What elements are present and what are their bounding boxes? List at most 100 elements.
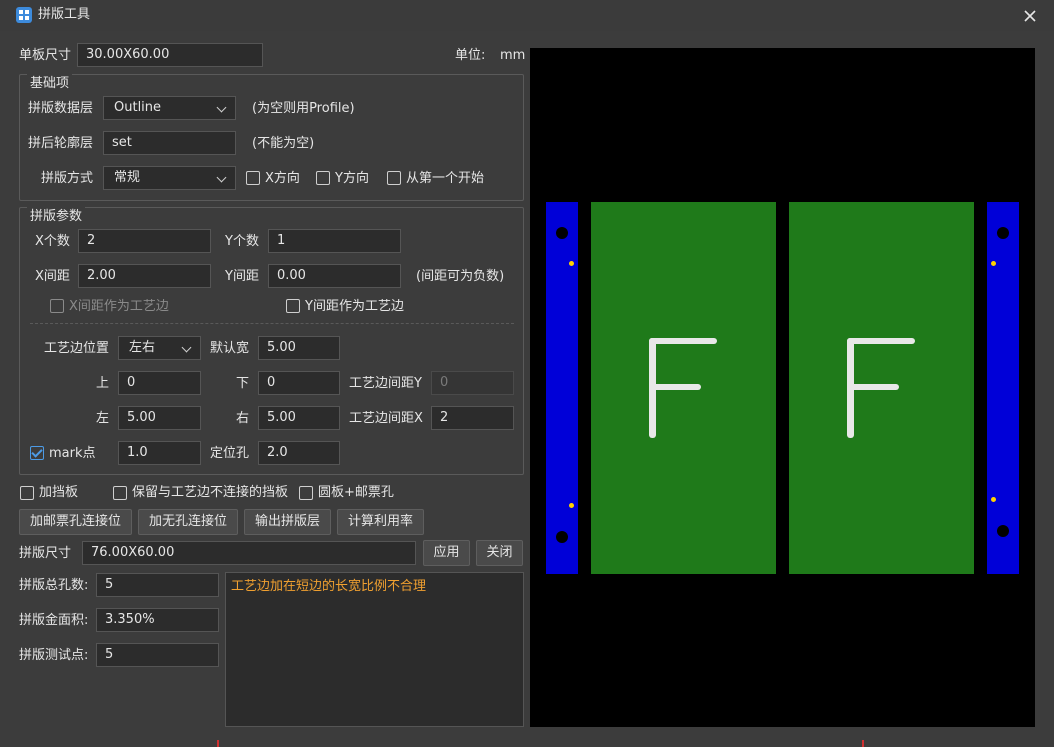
edge-position-select[interactable]: 左右	[118, 336, 201, 360]
hole-count-field: 5	[96, 573, 219, 597]
mark-label: mark点	[49, 446, 96, 461]
edge-position-label: 工艺边位置	[44, 341, 110, 356]
y-direction-checkbox[interactable]	[316, 171, 330, 185]
locating-hole	[556, 227, 568, 239]
mark-checkbox[interactable]	[30, 446, 44, 460]
right-field[interactable]: 5.00	[258, 406, 340, 430]
edge-gap-x-label: 工艺边间距X	[349, 411, 423, 426]
from-first-checkbox[interactable]	[387, 171, 401, 185]
top-label: 上	[96, 376, 110, 391]
y-gap-edge-checkbox[interactable]	[286, 299, 300, 313]
bottom-label: 下	[236, 376, 250, 391]
y-gap-edge-label: Y间距作为工艺边	[305, 299, 404, 314]
from-first-label: 从第一个开始	[406, 171, 485, 186]
round-stamp-checkbox[interactable]	[299, 486, 313, 500]
baffle-label: 加挡板	[39, 485, 79, 500]
y-count-label: Y个数	[225, 234, 259, 249]
params-group-title: 拼版参数	[27, 206, 86, 228]
gold-area-label: 拼版金面积:	[19, 613, 89, 628]
x-count-label: X个数	[35, 234, 70, 249]
apply-button[interactable]: 应用	[423, 540, 470, 566]
gap-hint: (间距可为负数)	[416, 269, 505, 284]
edge-position-value: 左右	[129, 340, 156, 355]
x-count-field[interactable]: 2	[78, 229, 211, 253]
left-process-rail	[546, 202, 578, 574]
hole-count-label: 拼版总孔数:	[19, 578, 89, 593]
bottom-field[interactable]: 0	[258, 371, 340, 395]
outline-layer-field[interactable]: set	[103, 131, 236, 155]
y-direction-label: Y方向	[335, 171, 369, 186]
top-field[interactable]: 0	[118, 371, 201, 395]
window-title: 拼版工具	[38, 7, 91, 22]
mode-value: 常规	[114, 170, 141, 185]
message-box: 工艺边加在短边的长宽比例不合理	[225, 572, 524, 727]
mark-field[interactable]: 1.0	[118, 441, 201, 465]
fiducial-mark	[991, 497, 996, 502]
keep-baffle-checkbox[interactable]	[113, 486, 127, 500]
left-field[interactable]: 5.00	[118, 406, 201, 430]
params-divider	[30, 323, 514, 324]
edge-gap-y-field[interactable]: 0	[431, 371, 514, 395]
locating-hole	[556, 531, 568, 543]
x-gap-label: X间距	[35, 269, 70, 284]
fiducial-mark	[569, 261, 574, 266]
add-no-hole-button[interactable]: 加无孔连接位	[138, 509, 238, 535]
y-count-field[interactable]: 1	[268, 229, 401, 253]
unit-value: mm	[500, 48, 526, 63]
panel-size-label: 拼版尺寸	[19, 546, 72, 561]
close-icon[interactable]	[1020, 6, 1040, 26]
message-text: 工艺边加在短边的长宽比例不合理	[231, 579, 427, 594]
left-label: 左	[96, 411, 110, 426]
board-glyph-top-bar	[649, 338, 717, 344]
test-points-label: 拼版测试点:	[19, 648, 89, 663]
x-gap-edge-label: X间距作为工艺边	[69, 299, 169, 314]
locate-hole-field[interactable]: 2.0	[258, 441, 340, 465]
data-layer-value: Outline	[114, 100, 162, 115]
guide-marker	[217, 740, 219, 747]
export-layer-button[interactable]: 输出拼版层	[244, 509, 331, 535]
panel-size-field[interactable]: 76.00X60.00	[82, 541, 416, 565]
outline-layer-label: 拼后轮廓层	[28, 136, 94, 151]
fiducial-mark	[991, 261, 996, 266]
x-gap-field[interactable]: 2.00	[78, 264, 211, 288]
default-width-label: 默认宽	[210, 341, 250, 356]
locate-hole-label: 定位孔	[210, 446, 250, 461]
calc-usage-button[interactable]: 计算利用率	[337, 509, 424, 535]
pcb-board	[591, 202, 776, 574]
board-glyph-mid-bar	[649, 384, 701, 390]
x-direction-label: X方向	[265, 171, 300, 186]
keep-baffle-label: 保留与工艺边不连接的挡板	[132, 485, 289, 500]
mode-label: 拼版方式	[41, 171, 94, 186]
round-stamp-label: 圆板+邮票孔	[318, 485, 394, 500]
fiducial-mark	[569, 503, 574, 508]
unit-label: 单位:	[455, 48, 486, 63]
close-button[interactable]: 关闭	[476, 540, 523, 566]
outline-layer-hint: (不能为空)	[252, 136, 315, 151]
y-gap-label: Y间距	[225, 269, 259, 284]
data-layer-select[interactable]: Outline	[103, 96, 236, 120]
mode-select[interactable]: 常规	[103, 166, 236, 190]
preview-canvas[interactable]	[530, 48, 1035, 727]
right-process-rail	[987, 202, 1019, 574]
app-icon	[16, 7, 32, 23]
edge-gap-x-field[interactable]: 2	[431, 406, 514, 430]
add-stamp-hole-button[interactable]: 加邮票孔连接位	[19, 509, 132, 535]
board-glyph-top-bar	[847, 338, 915, 344]
edge-gap-y-label: 工艺边间距Y	[349, 376, 422, 391]
right-label: 右	[236, 411, 250, 426]
chevron-down-icon	[216, 102, 227, 113]
board-glyph-mid-bar	[847, 384, 899, 390]
x-direction-checkbox[interactable]	[246, 171, 260, 185]
test-points-field: 5	[96, 643, 219, 667]
locating-hole	[997, 227, 1009, 239]
board-size-label: 单板尺寸	[19, 48, 72, 63]
baffle-checkbox[interactable]	[20, 486, 34, 500]
board-size-field[interactable]: 30.00X60.00	[77, 43, 263, 67]
x-gap-edge-checkbox[interactable]	[50, 299, 64, 313]
y-gap-field[interactable]: 0.00	[268, 264, 401, 288]
title-bar: 拼版工具	[0, 0, 1054, 32]
pcb-board	[789, 202, 974, 574]
default-width-field[interactable]: 5.00	[258, 336, 340, 360]
guide-marker	[862, 740, 864, 747]
basic-group-title: 基础项	[27, 73, 73, 95]
